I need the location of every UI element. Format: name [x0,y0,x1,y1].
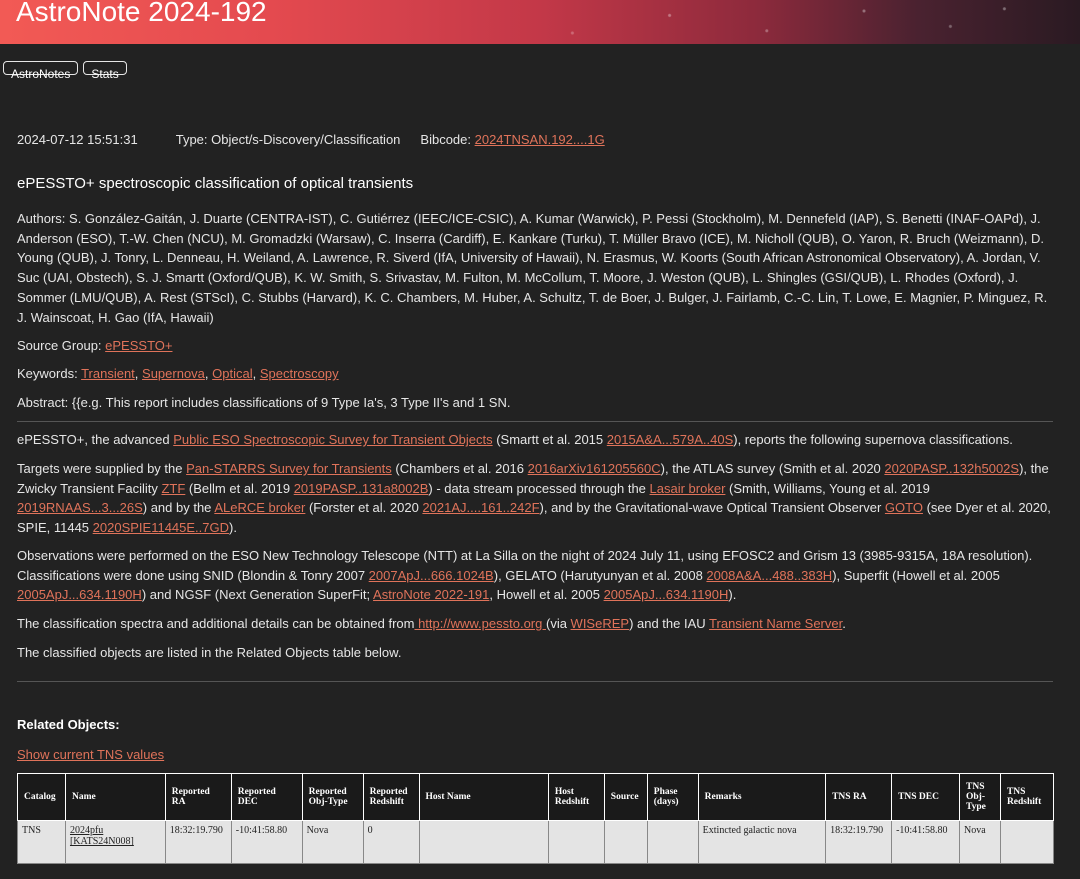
column-header: TNS Redshift [999,773,1055,821]
column-header: TNS RA [825,773,893,821]
object-name-link[interactable]: 2024pfu [70,825,103,836]
cell-phase [646,820,699,864]
divider [17,681,1053,682]
ref-link[interactable]: 2020PASP..132h5002S [884,461,1019,476]
abstract: Abstract: {{e.g. This report includes cl… [17,395,511,410]
column-header: Reported DEC [230,773,303,821]
column-header: Source [603,773,648,821]
column-header: Remarks [697,773,827,821]
astronote-link[interactable]: AstroNote 2022-191 [373,587,489,602]
paragraph-observations: Observations were performed on the ESO N… [17,548,1033,603]
note-title: ePESSTO+ spectroscopic classification of… [17,175,414,192]
keyword-link[interactable]: Supernova [142,366,205,381]
authors: Authors: S. González-Gaitán, J. Duarte (… [17,211,1048,325]
pessto-url-link[interactable]: http://www.pessto.org [414,616,546,631]
ref-link[interactable]: 2015A&A...579A..40S [607,432,733,447]
ref-link[interactable]: 2016arXiv161205560C [528,461,661,476]
paragraph-targets: Targets were supplied by the Pan-STARRS … [17,461,1051,536]
show-tns-values-link[interactable]: Show current TNS values [17,747,164,762]
cell-reported-redshift: 0 [362,820,420,864]
cell-reported-ra: 18:32:19.790 [164,820,232,864]
ref-link[interactable]: 2008A&A...488..383H [706,568,832,583]
divider [17,421,1053,422]
ref-link[interactable]: 2019PASP..131a8002B [294,481,429,496]
ref-link[interactable]: 2021AJ....161..242F [422,500,539,515]
column-header: Reported Redshift [362,773,420,821]
nav-bar: AstroNotes Stats [3,61,127,81]
stats-button[interactable]: Stats [83,61,127,81]
column-header: TNS DEC [891,773,960,821]
ztf-link[interactable]: ZTF [161,481,185,496]
column-header: Reported Obj-Type [301,773,364,821]
wiserep-link[interactable]: WISeREP [571,616,630,631]
page-title: AstroNote 2024-192 [16,0,267,27]
keywords-label: Keywords: [17,366,82,381]
note-date: 2024-07-12 15:51:31 [17,132,138,147]
keyword-link[interactable]: Optical [212,366,252,381]
tns-link[interactable]: Transient Name Server [709,616,842,631]
column-header: Host Redshift [547,773,605,821]
cell-host-name [418,820,549,864]
cell-tns-dec: -10:41:58.80 [891,820,960,864]
ref-link[interactable]: 2019RNAAS...3...26S [17,500,143,515]
paragraph-intro: ePESSTO+, the advanced Public ESO Spectr… [17,432,1013,447]
note-meta: 2024-07-12 15:51:31 Type: Object/s-Disco… [17,132,605,147]
cell-reported-objtype: Nova [301,820,364,864]
cell-tns-objtype: Nova [959,820,1001,864]
keyword-link[interactable]: Spectroscopy [260,366,339,381]
cell-tns-ra: 18:32:19.790 [825,820,893,864]
table-header-row: Catalog Name Reported RA Reported DEC Re… [17,773,1055,821]
cell-name: 2024pfu [KATS24N008] [64,820,166,864]
column-header: Reported RA [164,773,232,821]
cell-reported-dec: -10:41:58.80 [230,820,303,864]
paragraph-spectra: The classification spectra and additiona… [17,616,846,631]
note-type: Type: Object/s-Discovery/Classification [175,132,401,147]
cell-remarks: Extincted galactic nova [697,820,827,864]
keywords: Keywords: Transient, Supernova, Optical,… [17,364,1057,384]
pessto-link[interactable]: Public ESO Spectroscopic Survey for Tran… [173,432,492,447]
cell-catalog: TNS [17,820,66,864]
astronotes-button[interactable]: AstroNotes [3,61,79,81]
ref-link[interactable]: 2007ApJ...666.1024B [369,568,494,583]
alerce-link[interactable]: ALeRCE broker [214,500,305,515]
goto-link[interactable]: GOTO [885,500,923,515]
cell-source [603,820,648,864]
source-group: Source Group: ePESSTO+ [17,336,1057,356]
lasair-link[interactable]: Lasair broker [650,481,726,496]
column-header: TNS Obj-Type [959,773,1001,821]
object-alt-name-link[interactable]: [KATS24N008] [70,836,134,847]
page-header: AstroNote 2024-192 [0,0,1080,44]
bibcode-link[interactable]: 2024TNSAN.192....1G [475,132,605,147]
ref-link[interactable]: 2005ApJ...634.1190H [17,587,142,602]
ref-link[interactable]: 2020SPIE11445E..7GD [93,520,229,535]
column-header: Catalog [17,773,66,821]
source-group-label: Source Group: [17,338,106,353]
related-objects-title: Related Objects: [17,717,120,732]
bibcode-label: Bibcode: [420,132,475,147]
column-header: Phase (days) [646,773,699,821]
column-header: Name [64,773,166,821]
cell-host-redshift [547,820,605,864]
panstarrs-link[interactable]: Pan-STARRS Survey for Transients [186,461,392,476]
table-row: TNS 2024pfu [KATS24N008] 18:32:19.790 -1… [17,820,1055,864]
column-header: Host Name [418,773,549,821]
cell-tns-redshift [999,820,1055,864]
keyword-separator: , [252,366,260,381]
keyword-link[interactable]: Transient [81,366,135,381]
keyword-separator: , [134,366,143,381]
show-tns-wrapper: Show current TNS values [17,745,1057,765]
ref-link[interactable]: 2005ApJ...634.1190H [604,587,729,602]
related-objects-table: Catalog Name Reported RA Reported DEC Re… [17,773,1055,864]
source-group-link[interactable]: ePESSTO+ [105,338,172,353]
paragraph-related-note: The classified objects are listed in the… [17,645,402,660]
